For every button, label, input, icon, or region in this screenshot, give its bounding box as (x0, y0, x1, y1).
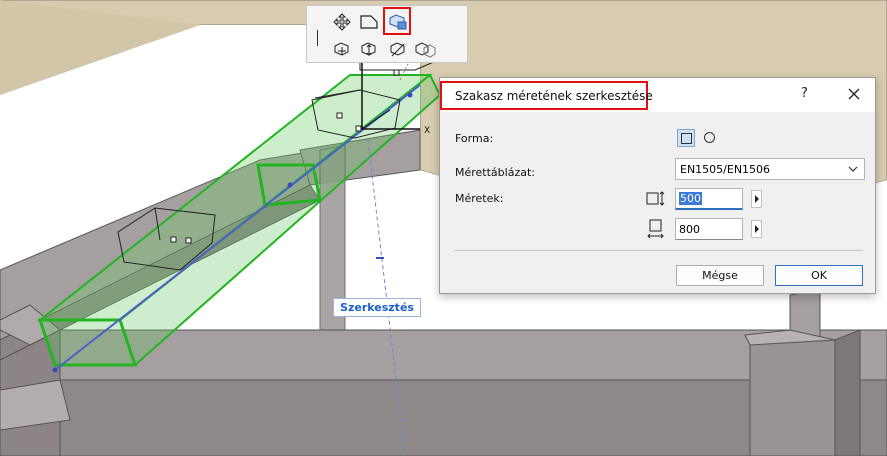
split-icon[interactable] (414, 38, 436, 60)
dialog-titlebar[interactable]: Szakasz méretének szerkesztése ? (440, 78, 875, 112)
circle-shape-button[interactable] (704, 132, 715, 143)
edit-segment-size-dialog: Szakasz méretének szerkesztése ? Forma: … (439, 77, 876, 294)
help-button[interactable]: ? (801, 86, 808, 101)
width-arrow-button[interactable] (751, 190, 762, 208)
stretch-icon[interactable] (387, 38, 409, 60)
editing-status-tag: Szerkesztés (333, 298, 421, 317)
dialog-divider (454, 250, 863, 251)
height-dimension-icon (647, 219, 664, 239)
arrow-right-icon (754, 225, 759, 233)
offset-icon[interactable] (331, 38, 353, 60)
elevation-icon[interactable] (358, 38, 380, 60)
height-input[interactable]: 800 (675, 218, 743, 240)
dialog-title: Szakasz méretének szerkesztése (455, 88, 653, 103)
axis-x-label: X (424, 126, 430, 136)
width-value: 500 (679, 192, 702, 205)
cancel-button[interactable]: Mégse (676, 265, 764, 286)
arrow-right-icon (754, 195, 759, 203)
active-tool-highlight (383, 7, 411, 35)
width-dimension-icon (646, 191, 665, 206)
height-arrow-button[interactable] (751, 220, 762, 238)
dimensions-label: Méretek: (455, 192, 504, 205)
size-table-value: EN1505/EN1506 (680, 162, 771, 176)
palette-separator (317, 30, 318, 46)
chevron-down-icon (848, 166, 858, 172)
dialog-title-highlight: Szakasz méretének szerkesztése (440, 81, 653, 110)
height-value: 800 (679, 222, 700, 236)
size-table-label: Mérettáblázat: (455, 166, 535, 179)
move-icon[interactable] (331, 11, 353, 33)
rectangle-icon (680, 132, 692, 144)
ok-button[interactable]: OK (775, 265, 863, 286)
width-input[interactable]: 500 (675, 188, 743, 210)
rectangle-shape-button[interactable] (677, 129, 695, 147)
close-icon[interactable] (845, 85, 863, 103)
reshape-icon[interactable] (358, 11, 380, 33)
size-table-select[interactable]: EN1505/EN1506 (675, 158, 865, 180)
shape-label: Forma: (455, 132, 494, 145)
